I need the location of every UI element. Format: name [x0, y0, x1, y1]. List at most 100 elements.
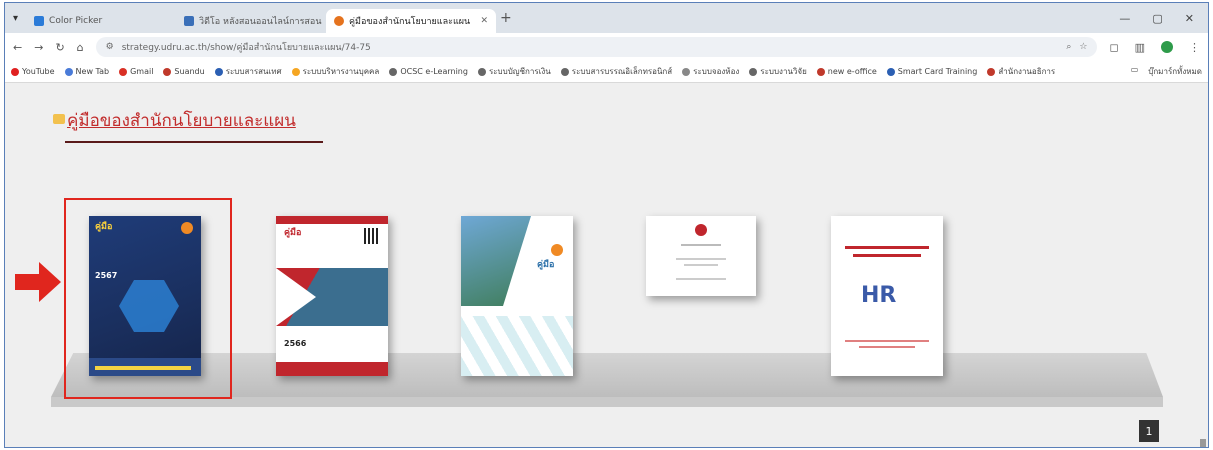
- bookmark-label: OCSC e-Learning: [400, 67, 468, 76]
- minimize-icon[interactable]: —: [1119, 12, 1130, 25]
- bookmark-label: Gmail: [130, 67, 154, 76]
- scrollbar[interactable]: [1200, 439, 1206, 447]
- reload-icon[interactable]: ↻: [55, 41, 64, 54]
- right-arrow-icon: [15, 262, 61, 302]
- tab-video[interactable]: วิดีโอ หลังสอนออนไลน์การสอน ✕: [176, 9, 326, 33]
- bookmark-favicon-icon: [987, 67, 996, 76]
- tab-label: Color Picker: [49, 16, 103, 26]
- bookmark-favicon-icon: [163, 67, 172, 76]
- bookmark-label: ระบบจองห้อง: [693, 67, 740, 76]
- book-title: คู่มือ: [284, 228, 302, 238]
- bookmark-item[interactable]: ระบบจองห้อง: [682, 65, 739, 78]
- bookmark-item[interactable]: ระบบสารสนเทศ: [214, 65, 282, 78]
- tab-search-icon[interactable]: ▾: [13, 13, 18, 24]
- url-text: strategy.udru.ac.th/show/คู่มือสำนักนโยบ…: [121, 43, 371, 53]
- text-line: [853, 254, 921, 257]
- bookmark-label: YouTube: [22, 67, 55, 76]
- bookmark-favicon-icon: [291, 67, 300, 76]
- bookmark-favicon-icon: [119, 67, 128, 76]
- tab-label: วิดีโอ หลังสอนออนไลน์การสอน: [199, 17, 322, 27]
- toolbar-actions: ◻ ▥ ⋮: [1109, 41, 1200, 54]
- book-title: คู่มือ: [537, 260, 555, 270]
- book-header-strip: [276, 216, 388, 224]
- bookmark-label: ระบบงานวิจัย: [760, 67, 807, 76]
- bookmark-item[interactable]: Suandu: [163, 67, 205, 76]
- book-cover-3[interactable]: คู่มือ: [461, 216, 573, 376]
- menu-icon[interactable]: ⋮: [1189, 41, 1200, 54]
- text-line: [859, 346, 915, 348]
- heading-underline: [65, 141, 323, 143]
- bookmark-item[interactable]: ระบบงานวิจัย: [749, 65, 807, 78]
- triangle-pattern: [461, 316, 573, 376]
- new-tab-button[interactable]: +: [500, 10, 512, 26]
- book-cover-2[interactable]: คู่มือ 2566: [276, 216, 388, 376]
- bookmark-item[interactable]: สำนักงานอธิการ: [987, 65, 1055, 78]
- book-year: 2566: [284, 339, 307, 348]
- home-icon[interactable]: ⌂: [77, 41, 84, 54]
- bookmark-item[interactable]: ระบบบัญชีการเงิน: [477, 65, 551, 78]
- bookmark-label: สำนักงานอธิการ: [998, 67, 1056, 76]
- bookmark-label: New Tab: [75, 67, 110, 76]
- tab-favicon-icon: [184, 16, 195, 26]
- address-bar[interactable]: ⚙ strategy.udru.ac.th/show/คู่มือสำนักนโ…: [95, 37, 1098, 57]
- bookmark-favicon-icon: [389, 67, 398, 76]
- bookmarks-all-label: บุ๊กมาร์กทั้งหมด: [1148, 67, 1202, 76]
- bookmark-item[interactable]: Smart Card Training: [886, 67, 977, 76]
- close-icon[interactable]: ✕: [480, 16, 488, 26]
- bookmark-favicon-icon: [886, 67, 895, 76]
- maximize-icon[interactable]: ▢: [1152, 12, 1162, 25]
- address-toolbar: ← → ↻ ⌂ ⚙ strategy.udru.ac.th/show/คู่มื…: [5, 33, 1208, 61]
- extensions-icon[interactable]: ◻: [1109, 41, 1118, 54]
- qr-code-icon: [364, 228, 380, 244]
- bookmark-favicon-icon: [64, 67, 73, 76]
- bookmarks-all[interactable]: ▭ บุ๊กมาร์กทั้งหมด: [1131, 65, 1202, 78]
- book-photo: [461, 216, 531, 306]
- logo-icon: [551, 244, 563, 256]
- bookmark-item[interactable]: ระบบสารบรรณอิเล็กทรอนิกส์: [560, 65, 673, 78]
- bookmark-label: ระบบสารบรรณอิเล็กทรอนิกส์: [571, 67, 673, 76]
- bookmark-item[interactable]: New Tab: [64, 67, 110, 76]
- bookmark-item[interactable]: new e-office: [816, 67, 877, 76]
- tab-label: คู่มือของสำนักนโยบายและแผน: [349, 17, 471, 27]
- text-line: [676, 278, 726, 280]
- folder-icon: [53, 113, 65, 124]
- bookmark-item[interactable]: YouTube: [11, 67, 55, 76]
- tab-favicon-icon: [334, 16, 345, 26]
- browser-window: ▾ Color Picker วิดีโอ หลังสอนออนไลน์การส…: [4, 2, 1209, 448]
- sidepanel-icon[interactable]: ▥: [1135, 41, 1145, 54]
- bookmark-favicon-icon: [560, 67, 569, 76]
- tab-handbook[interactable]: คู่มือของสำนักนโยบายและแผน ✕: [326, 9, 497, 33]
- bookmark-label: ระบบสารสนเทศ: [225, 67, 282, 76]
- page-title: คู่มือของสำนักนโยบายและแผน: [53, 107, 296, 134]
- bookmarks-bar: YouTube New Tab Gmail Suandu ระบบสารสนเทศ ระบ…: [5, 61, 1208, 83]
- bookmark-favicon-icon: [477, 67, 486, 76]
- bookmark-label: new e-office: [827, 67, 877, 76]
- logo-icon: [695, 224, 707, 236]
- book-cover-4[interactable]: [646, 216, 756, 296]
- book-cover-5[interactable]: HR: [831, 216, 943, 376]
- zoom-icon[interactable]: ⌕: [1066, 42, 1071, 52]
- window-close-icon[interactable]: ✕: [1185, 12, 1194, 25]
- forward-icon[interactable]: →: [34, 41, 43, 54]
- book-title: HR: [861, 283, 897, 308]
- profile-avatar[interactable]: [1161, 41, 1173, 53]
- bookmark-label: ระบบบริหารงานบุคคล: [302, 67, 380, 76]
- bookmark-favicon-icon: [682, 67, 691, 76]
- bookmark-item[interactable]: OCSC e-Learning: [389, 67, 468, 76]
- bookmark-favicon-icon: [11, 67, 19, 76]
- book-footer: [276, 362, 388, 376]
- bookmark-item[interactable]: ระบบบริหารงานบุคคล: [291, 65, 380, 78]
- bookmark-label: ระบบบัญชีการเงิน: [488, 67, 551, 76]
- bookmark-label: Suandu: [174, 67, 205, 76]
- tab-color-picker[interactable]: Color Picker: [26, 9, 176, 33]
- bookmark-item[interactable]: Gmail: [119, 67, 153, 76]
- bookmark-star-icon[interactable]: ☆: [1079, 42, 1087, 52]
- page-number[interactable]: 1: [1139, 420, 1159, 442]
- text-line: [845, 340, 929, 342]
- back-icon[interactable]: ←: [13, 41, 22, 54]
- bookmark-favicon-icon: [816, 67, 825, 76]
- site-info-icon[interactable]: ⚙: [106, 42, 114, 52]
- bookmark-favicon-icon: [214, 67, 223, 76]
- text-line: [681, 244, 721, 246]
- page-heading: คู่มือของสำนักนโยบายและแผน: [67, 111, 296, 131]
